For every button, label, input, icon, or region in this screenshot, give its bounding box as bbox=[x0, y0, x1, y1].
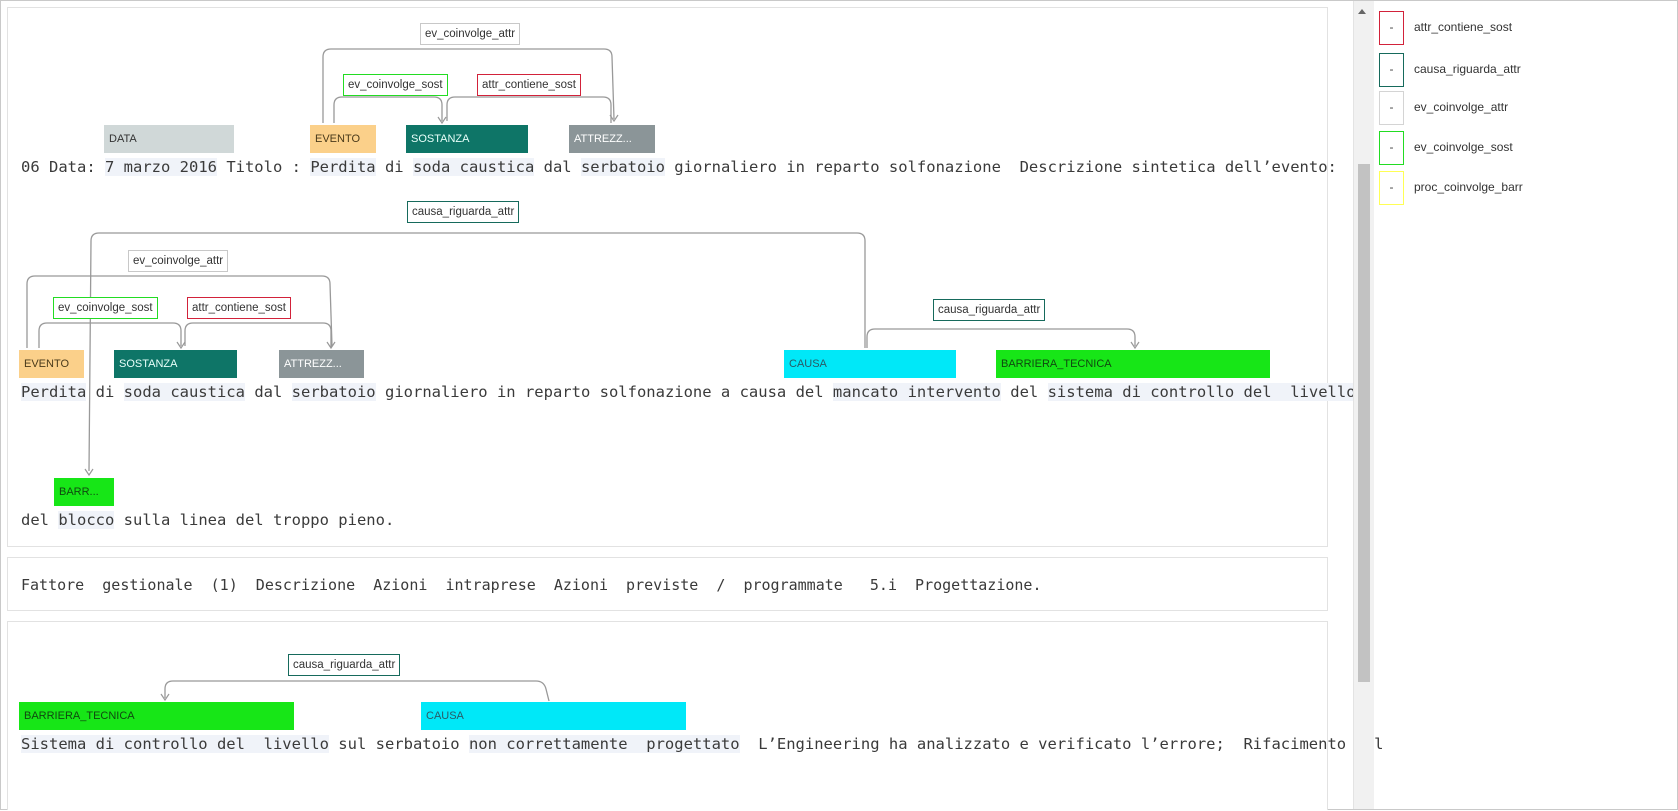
legend-label: ev_coinvolge_attr bbox=[1414, 100, 1509, 114]
relation-label-ev-coinvolge-attr[interactable]: ev_coinvolge_attr bbox=[128, 250, 229, 272]
sentence-3-text: Fattore gestionale (1) Descrizione Azion… bbox=[21, 576, 1042, 594]
token-attrezzatura[interactable]: serbatoio bbox=[291, 383, 376, 401]
entity-tag-evento[interactable]: EVENTO bbox=[310, 125, 376, 153]
scroll-up-icon[interactable] bbox=[1358, 9, 1366, 14]
relation-label-causa-riguarda-attr[interactable]: causa_riguarda_attr bbox=[933, 299, 1046, 321]
sentence-2-text-line-1: Perdita di soda caustica dal serbatoio g… bbox=[21, 383, 1374, 401]
relation-label-causa-riguarda-attr[interactable]: causa_riguarda_attr bbox=[407, 201, 520, 223]
entity-tag-causa[interactable]: CAUSA bbox=[421, 702, 686, 730]
entity-tag-barriera[interactable]: BARR... bbox=[54, 478, 114, 506]
legend-toggle-button[interactable]: - bbox=[1379, 91, 1404, 125]
entity-tag-barriera-tecnica[interactable]: BARRIERA_TECNICA bbox=[996, 350, 1270, 378]
token-causa[interactable]: non correttamente progettato bbox=[468, 735, 740, 753]
entity-tag-sostanza[interactable]: SOSTANZA bbox=[114, 350, 237, 378]
vertical-scrollbar[interactable] bbox=[1353, 1, 1374, 809]
token-barriera-tecnica[interactable]: sistema di controllo del livello bbox=[1047, 383, 1356, 401]
relation-label-ev-coinvolge-sost[interactable]: ev_coinvolge_sost bbox=[53, 297, 158, 319]
annotation-viewer: DATA EVENTO SOSTANZA ATTREZZ... ev_coinv… bbox=[0, 0, 1678, 810]
legend-label: proc_coinvolge_barr bbox=[1414, 180, 1523, 194]
token-barriera[interactable]: blocco bbox=[58, 511, 115, 529]
legend-toggle-button[interactable]: - bbox=[1379, 11, 1404, 45]
token-sostanza[interactable]: soda caustica bbox=[412, 158, 535, 176]
sentence-panel-1 bbox=[7, 7, 1328, 547]
legend-label: ev_coinvolge_sost bbox=[1414, 140, 1513, 154]
relation-label-ev-coinvolge-attr[interactable]: ev_coinvolge_attr bbox=[420, 23, 521, 45]
token-evento[interactable]: Perdita bbox=[310, 158, 376, 176]
entity-tag-causa[interactable]: CAUSA bbox=[784, 350, 956, 378]
relation-label-causa-riguarda-attr[interactable]: causa_riguarda_attr bbox=[288, 654, 401, 676]
entity-tag-evento[interactable]: EVENTO bbox=[19, 350, 84, 378]
legend-item-proc-coinvolge-barr: - proc_coinvolge_barr bbox=[1379, 171, 1639, 205]
legend-item-causa-riguarda-attr: - causa_riguarda_attr bbox=[1379, 53, 1639, 87]
legend-toggle-button[interactable]: - bbox=[1379, 53, 1404, 87]
token-evento[interactable]: Perdita bbox=[21, 383, 87, 401]
entity-tag-attrezzatura[interactable]: ATTREZZ... bbox=[569, 125, 655, 153]
sentence-4-text: Sistema di controllo del livello sul ser… bbox=[21, 735, 1384, 753]
relation-label-ev-coinvolge-sost[interactable]: ev_coinvolge_sost bbox=[343, 74, 448, 96]
entity-tag-sostanza[interactable]: SOSTANZA bbox=[406, 125, 528, 153]
relation-label-attr-contiene-sost[interactable]: attr_contiene_sost bbox=[477, 74, 581, 96]
entity-tag-attrezzatura[interactable]: ATTREZZ... bbox=[279, 350, 364, 378]
token-barriera-tecnica[interactable]: Sistema di controllo del livello bbox=[21, 735, 329, 753]
legend-item-ev-coinvolge-attr: - ev_coinvolge_attr bbox=[1379, 91, 1639, 125]
entity-tag-barriera-tecnica[interactable]: BARRIERA_TECNICA bbox=[19, 702, 294, 730]
relation-label-attr-contiene-sost[interactable]: attr_contiene_sost bbox=[187, 297, 291, 319]
legend-label: attr_contiene_sost bbox=[1414, 20, 1513, 34]
token-data[interactable]: 7 marzo 2016 bbox=[105, 158, 217, 176]
token-causa[interactable]: mancato intervento bbox=[832, 383, 1001, 401]
legend-item-attr-contiene-sost: - attr_contiene_sost bbox=[1379, 11, 1639, 45]
scrollbar-thumb[interactable] bbox=[1358, 164, 1370, 682]
entity-tag-data[interactable]: DATA bbox=[104, 125, 234, 153]
token-attrezzatura[interactable]: serbatoio bbox=[580, 158, 665, 176]
token-sostanza[interactable]: soda caustica bbox=[123, 383, 245, 401]
legend-label: causa_riguarda_attr bbox=[1414, 62, 1521, 76]
legend-toggle-button[interactable]: - bbox=[1379, 171, 1404, 205]
legend-toggle-button[interactable]: - bbox=[1379, 131, 1404, 165]
legend-item-ev-coinvolge-sost: - ev_coinvolge_sost bbox=[1379, 131, 1639, 165]
sentence-2-text-line-2: del blocco sulla linea del troppo pieno. bbox=[21, 511, 395, 529]
sentence-1-text: 06 Data: 7 marzo 2016 Titolo : Perdita d… bbox=[21, 158, 1337, 176]
